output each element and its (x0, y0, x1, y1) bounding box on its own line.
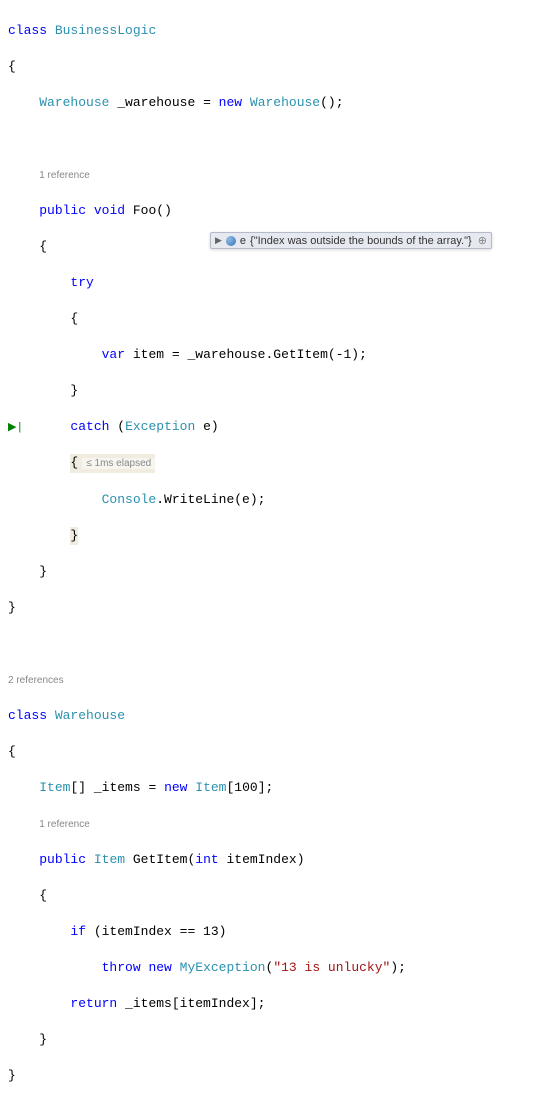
punc: [100]; (227, 780, 274, 795)
codelens-getitem[interactable]: 1 reference (39, 819, 90, 830)
brace-close: } (70, 383, 78, 398)
keyword-public: public (39, 203, 86, 218)
ctor-warehouse: Warehouse (250, 95, 320, 110)
punc: ( (187, 852, 195, 867)
type-businesslogic: BusinessLogic (55, 23, 156, 38)
datatip-variable: e (240, 235, 246, 247)
punc: ) (211, 419, 219, 434)
type-console: Console (102, 492, 157, 507)
param-itemindex: itemIndex) (219, 852, 305, 867)
type-myexception: MyException (180, 960, 266, 975)
keyword-class: class (8, 23, 47, 38)
execution-pointer-icon[interactable]: ▶| (8, 418, 26, 437)
code-editor[interactable]: class BusinessLogic { Warehouse _warehou… (0, 0, 533, 1098)
debug-datatip[interactable]: ▶ e {"Index was outside the bounds of th… (210, 232, 492, 249)
codelens-warehouse[interactable]: 2 references (8, 675, 64, 686)
keyword-new: new (148, 960, 171, 975)
object-icon (226, 236, 236, 246)
punc: = _warehouse. (164, 347, 273, 362)
punc: ( (117, 419, 125, 434)
brace-close: } (39, 564, 47, 579)
perf-tip[interactable]: ≤ 1ms elapsed (82, 458, 155, 469)
codelens-foo[interactable]: 1 reference (39, 170, 90, 181)
keyword-try: try (70, 275, 93, 290)
brace-close: } (8, 600, 16, 615)
type-exception: Exception (125, 419, 195, 434)
keyword-class: class (8, 708, 47, 723)
field-warehouse: _warehouse (117, 95, 195, 110)
ctor-item: Item (195, 780, 226, 795)
keyword-int: int (195, 852, 218, 867)
brace-open: { (39, 239, 47, 254)
keyword-if: if (70, 924, 86, 939)
punc: (-1); (328, 347, 367, 362)
return-expr: _items[itemIndex]; (117, 996, 265, 1011)
brace-open: { (70, 455, 78, 470)
type-warehouse: Warehouse (39, 95, 109, 110)
punc: ); (390, 960, 406, 975)
keyword-public: public (39, 852, 86, 867)
field-items: [] _items = (70, 780, 164, 795)
keyword-var: var (102, 347, 125, 362)
call-getitem: GetItem (273, 347, 328, 362)
brace-open: { (8, 744, 16, 759)
keyword-throw: throw (102, 960, 141, 975)
brace-close: } (8, 1068, 16, 1083)
var-item: item (133, 347, 164, 362)
if-cond: (itemIndex == 13) (86, 924, 226, 939)
type-warehouse: Warehouse (55, 708, 125, 723)
type-item: Item (94, 852, 125, 867)
keyword-return: return (70, 996, 117, 1011)
method-getitem: GetItem (133, 852, 188, 867)
call-writeline: .WriteLine(e); (156, 492, 265, 507)
punc: = (195, 95, 218, 110)
brace-close: } (39, 1032, 47, 1047)
keyword-new: new (164, 780, 187, 795)
brace-close: } (70, 527, 78, 545)
keyword-void: void (94, 203, 125, 218)
expand-icon[interactable]: ▶ (215, 235, 222, 246)
punc: () (156, 203, 172, 218)
datatip-value: {"Index was outside the bounds of the ar… (250, 235, 472, 247)
brace-open: { (70, 311, 78, 326)
keyword-new: new (219, 95, 242, 110)
method-foo: Foo (133, 203, 156, 218)
punc: (); (320, 95, 343, 110)
brace-open: { (39, 888, 47, 903)
type-item: Item (39, 780, 70, 795)
pin-icon[interactable]: ⊕ (478, 234, 487, 247)
keyword-catch: catch (70, 419, 109, 434)
var-e: e (203, 419, 211, 434)
punc: ( (266, 960, 274, 975)
brace-open: { (8, 59, 16, 74)
string-literal: "13 is unlucky" (273, 960, 390, 975)
